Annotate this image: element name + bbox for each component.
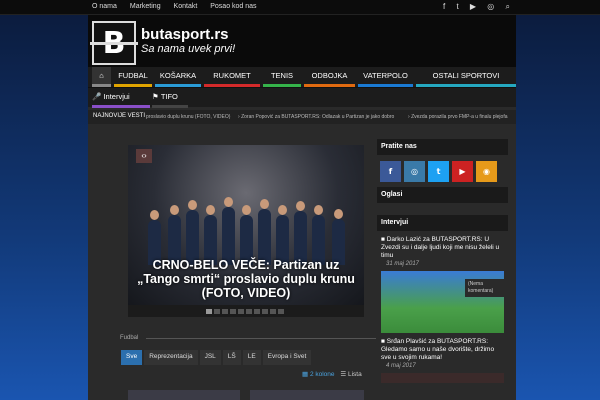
ticker-item-text: Zoran Popović za BUTASPORT.RS: Odlazak u…	[241, 114, 395, 120]
flag-icon: ⚑	[152, 92, 161, 101]
list-icon: ☰	[340, 371, 348, 378]
slider-dot[interactable]	[214, 309, 220, 314]
player-figure	[294, 201, 307, 265]
list-view-label: Lista	[347, 371, 362, 378]
youtube-icon[interactable]: ▶	[470, 2, 476, 11]
featured-slider[interactable]: ‹› CRNO-BELO VEČE: Partizan uz „Tango sm…	[128, 145, 364, 317]
top-links: O nama Marketing Kontakt Posao kod nas	[92, 3, 268, 10]
instagram-icon[interactable]: ◎	[404, 161, 425, 182]
comment-count[interactable]: (Nema komentara)	[465, 279, 505, 297]
tab-evropa-i-svet[interactable]: Evropa i Svet	[262, 350, 312, 365]
tab-reprezentacija[interactable]: Reprezentacija	[144, 350, 198, 365]
secondary-nav: 🎤 Intervjui ⚑ TIFO	[88, 87, 516, 108]
slider-dots	[206, 309, 284, 314]
twitter-icon[interactable]: t	[428, 161, 449, 182]
nav-odbojka[interactable]: ODBOJKA	[304, 67, 355, 87]
primary-nav: ⌂ FUDBAL KOŠARKA RUKOMET TENIS ODBOJKA V…	[88, 67, 516, 87]
player-figure	[186, 200, 199, 265]
youtube-icon[interactable]: ▶	[452, 161, 473, 182]
rss-icon[interactable]: ◉	[476, 161, 497, 182]
follow-us-title: Pratite nas	[377, 139, 508, 155]
facebook-icon[interactable]: f	[380, 161, 401, 182]
top-link-contact[interactable]: Kontakt	[174, 3, 198, 10]
slider-headline[interactable]: CRNO-BELO VEČE: Partizan uz „Tango smrti…	[134, 258, 358, 300]
nav-rukomet[interactable]: RUKOMET	[204, 67, 260, 87]
interview-title[interactable]: ■ Darko Lazić za BUTASPORT.RS: U Zvezdi …	[377, 233, 508, 260]
slider-dot[interactable]	[254, 309, 260, 314]
player-figure	[258, 199, 271, 265]
interview-title-text: Srđan Plavšić za BUTASPORT.RS: Gledamo s…	[381, 338, 495, 361]
social-buttons: f ◎ t ▶ ◉	[377, 157, 508, 187]
ticker-label: NAJNOVIJE VESTI	[93, 113, 146, 119]
slider-dot[interactable]	[238, 309, 244, 314]
facebook-icon[interactable]: f	[443, 2, 445, 11]
ticker-item[interactable]: proslavio duplu krunu (FOTO, VIDEO)	[146, 114, 230, 120]
interview-image[interactable]: (Nema komentara)	[381, 271, 505, 333]
top-link-about[interactable]: O nama	[92, 3, 117, 10]
tab-le[interactable]: LE	[242, 350, 261, 365]
site-logo[interactable]: B	[90, 21, 138, 65]
instagram-icon[interactable]: ◎	[487, 2, 494, 11]
grid-view-button[interactable]: ▦ 2 kolone	[302, 371, 335, 378]
nav-tifo-label: TIFO	[160, 92, 178, 101]
tagline: Sa nama uvek prvi!	[141, 43, 236, 55]
news-ticker: NAJNOVIJE VESTI proslavio duplu krunu (F…	[88, 110, 516, 124]
slider-dot[interactable]	[206, 309, 212, 314]
slider-dot[interactable]	[246, 309, 252, 314]
logo-bar	[90, 42, 138, 45]
interview-image[interactable]	[381, 373, 504, 383]
view-switcher: ▦ 2 kolone ☰ Lista	[302, 370, 362, 378]
ads-slot	[377, 205, 508, 215]
category-tabs: Sve Reprezentacija JSL LŠ LE Evropa i Sv…	[121, 350, 313, 365]
ads-title: Oglasi	[377, 187, 508, 203]
top-link-marketing[interactable]: Marketing	[130, 3, 161, 10]
sidebar: Pratite nas f ◎ t ▶ ◉ Oglasi Intervjui ■…	[377, 139, 508, 400]
nav-tenis[interactable]: TENIS	[263, 67, 301, 87]
top-bar: O nama Marketing Kontakt Posao kod nas f…	[0, 0, 600, 15]
tab-jsl[interactable]: JSL	[199, 350, 221, 365]
ticker-item[interactable]: › Zvezda porazila prvo FMP-a u finalu pl…	[408, 114, 508, 120]
page-wrapper: B butasport.rs Sa nama uvek prvi! ⌂ FUDB…	[88, 15, 516, 400]
slider-dot[interactable]	[278, 309, 284, 314]
section-divider	[146, 338, 376, 339]
nav-intervjui[interactable]: 🎤 Intervjui	[92, 88, 150, 108]
top-social: f t ▶ ◎ ⌕	[434, 2, 510, 12]
grid-view-label: 2 kolone	[309, 371, 335, 378]
slider-dot[interactable]	[262, 309, 268, 314]
interview-title-text: Darko Lazić za BUTASPORT.RS: U Zvezdi su…	[381, 236, 500, 259]
tab-ls[interactable]: LŠ	[222, 350, 241, 365]
nav-fudbal[interactable]: FUDBAL	[114, 67, 152, 87]
nav-tifo[interactable]: ⚑ TIFO	[152, 88, 188, 108]
grid-icon: ▦	[302, 371, 310, 378]
player-figure	[222, 197, 235, 265]
ticker-item-text: Zvezda porazila prvo FMP-a u finalu plej…	[411, 114, 508, 120]
microphone-icon: 🎤	[92, 92, 104, 101]
top-link-jobs[interactable]: Posao kod nas	[210, 3, 256, 10]
prev-slide-button[interactable]: ‹›	[136, 149, 152, 163]
nav-intervjui-label: Intervjui	[103, 92, 130, 101]
nav-ostali-sportovi[interactable]: OSTALI SPORTOVI	[416, 67, 516, 87]
interview-title[interactable]: ■ Srđan Plavšić za BUTASPORT.RS: Gledamo…	[377, 333, 508, 362]
ticker-item[interactable]: › Zoran Popović za BUTASPORT.RS: Odlazak…	[238, 114, 394, 120]
nav-vaterpolo[interactable]: VATERPOLO	[358, 67, 413, 87]
twitter-icon[interactable]: t	[456, 2, 458, 11]
search-icon[interactable]: ⌕	[506, 2, 510, 11]
list-view-button[interactable]: ☰ Lista	[340, 371, 361, 378]
article-thumbnail[interactable]	[250, 390, 364, 400]
interview-date: 4 maj 2017	[386, 363, 416, 369]
slider-dot[interactable]	[222, 309, 228, 314]
site-header: B butasport.rs Sa nama uvek prvi!	[88, 15, 516, 67]
interview-date: 31 maj 2017	[386, 261, 420, 267]
article-thumbnail[interactable]	[128, 390, 240, 400]
slider-dot[interactable]	[270, 309, 276, 314]
nav-kosarka[interactable]: KOŠARKA	[155, 67, 201, 87]
home-icon[interactable]: ⌂	[92, 67, 111, 87]
tab-sve[interactable]: Sve	[121, 350, 143, 365]
slider-dot[interactable]	[230, 309, 236, 314]
interviews-title: Intervjui	[377, 215, 508, 231]
site-name[interactable]: butasport.rs	[141, 26, 229, 43]
section-title: Fudbal	[120, 335, 139, 341]
